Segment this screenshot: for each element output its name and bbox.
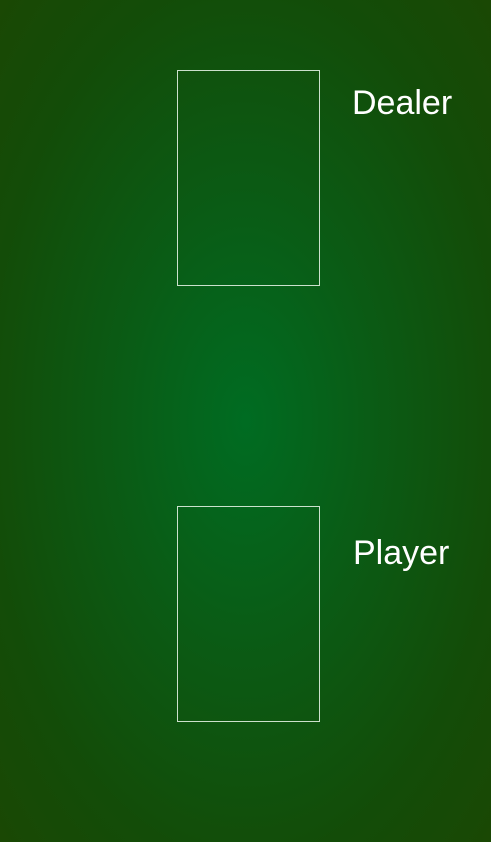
player-label: Player: [353, 534, 450, 572]
dealer-card-slot: [177, 70, 320, 286]
dealer-label: Dealer: [352, 84, 453, 122]
player-card-slot: [177, 506, 320, 722]
blackjack-table: Dealer Player: [0, 0, 491, 842]
